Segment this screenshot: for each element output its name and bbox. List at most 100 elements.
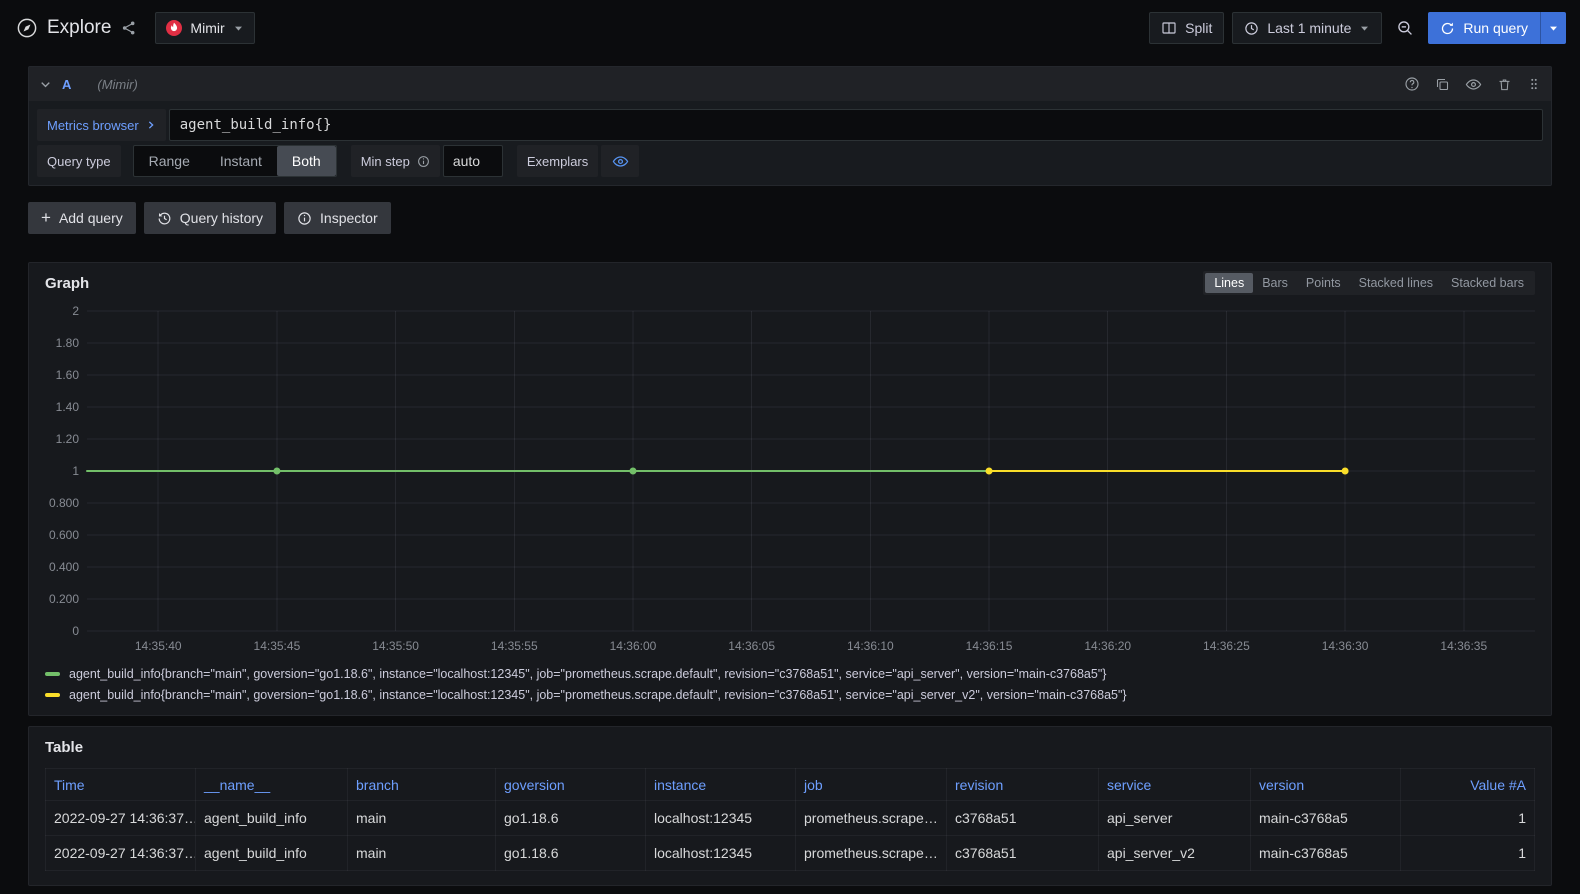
svg-text:1: 1 xyxy=(72,464,79,478)
clock-icon xyxy=(1244,21,1259,36)
graph-legend: agent_build_info{branch="main", goversio… xyxy=(45,663,1535,705)
table-cell: api_server_v2 xyxy=(1099,836,1251,871)
chevron-down-icon xyxy=(1359,23,1370,34)
table-cell: api_server xyxy=(1099,801,1251,836)
graph-canvas[interactable]: 21.801.601.401.2010.8000.6000.4000.20001… xyxy=(45,305,1535,657)
table-cell: main-c3768a5 xyxy=(1251,836,1401,871)
style-option-stacked-bars[interactable]: Stacked bars xyxy=(1442,273,1533,293)
query-ref-id: A xyxy=(62,77,71,92)
svg-text:1.40: 1.40 xyxy=(56,400,80,414)
query-type-range[interactable]: Range xyxy=(134,146,205,176)
svg-text:2: 2 xyxy=(72,305,79,318)
trash-icon[interactable] xyxy=(1497,77,1512,92)
table-header-row: Time__name__branchgoversioninstancejobre… xyxy=(46,769,1535,801)
svg-text:14:35:40: 14:35:40 xyxy=(135,639,182,653)
legend-label: agent_build_info{branch="main", goversio… xyxy=(69,688,1127,702)
query-type-label: Query type xyxy=(37,145,121,177)
legend-item[interactable]: agent_build_info{branch="main", goversio… xyxy=(45,663,1535,684)
time-range-picker[interactable]: Last 1 minute xyxy=(1232,12,1382,44)
table-cell: agent_build_info xyxy=(196,801,348,836)
svg-text:14:36:15: 14:36:15 xyxy=(966,639,1013,653)
table-cell: 2022-09-27 14:36:37… xyxy=(46,801,196,836)
copy-icon[interactable] xyxy=(1435,77,1450,92)
graph-panel: Graph Lines Bars Points Stacked lines St… xyxy=(28,262,1552,716)
min-step-input[interactable] xyxy=(443,145,503,177)
svg-text:0.600: 0.600 xyxy=(49,528,79,542)
history-icon xyxy=(157,211,172,226)
svg-text:14:36:00: 14:36:00 xyxy=(610,639,657,653)
share-icon[interactable] xyxy=(121,20,137,36)
query-expression-input[interactable] xyxy=(169,109,1543,141)
collapse-chevron-icon[interactable] xyxy=(39,78,52,91)
table-cell: main-c3768a5 xyxy=(1251,801,1401,836)
info-icon xyxy=(417,155,430,168)
graph-panel-title: Graph xyxy=(45,271,89,292)
query-history-button[interactable]: Query history xyxy=(144,202,276,234)
svg-text:1.60: 1.60 xyxy=(56,368,80,382)
table-panel-title: Table xyxy=(45,735,1535,756)
legend-label: agent_build_info{branch="main", goversio… xyxy=(69,667,1106,681)
svg-text:14:36:10: 14:36:10 xyxy=(847,639,894,653)
table-cell: prometheus.scrape… xyxy=(796,801,947,836)
column-header-instance[interactable]: instance xyxy=(646,769,796,801)
run-query-button[interactable]: Run query xyxy=(1428,12,1540,44)
column-header-branch[interactable]: branch xyxy=(348,769,496,801)
svg-text:0.400: 0.400 xyxy=(49,560,79,574)
metrics-browser-button[interactable]: Metrics browser xyxy=(37,109,166,141)
legend-item[interactable]: agent_build_info{branch="main", goversio… xyxy=(45,684,1535,705)
style-option-points[interactable]: Points xyxy=(1297,273,1350,293)
svg-text:14:36:30: 14:36:30 xyxy=(1322,639,1369,653)
table-cell: 1 xyxy=(1401,801,1535,836)
split-columns-icon xyxy=(1161,20,1177,36)
column-header-goversion[interactable]: goversion xyxy=(496,769,646,801)
inspector-button[interactable]: Inspector xyxy=(284,202,391,234)
table-cell: c3768a51 xyxy=(947,801,1099,836)
table-cell: prometheus.scrape… xyxy=(796,836,947,871)
column-header-revision[interactable]: revision xyxy=(947,769,1099,801)
svg-text:14:36:20: 14:36:20 xyxy=(1084,639,1131,653)
style-option-lines[interactable]: Lines xyxy=(1205,273,1253,293)
chevron-right-icon xyxy=(146,120,156,130)
column-header-name[interactable]: __name__ xyxy=(196,769,348,801)
svg-text:14:36:25: 14:36:25 xyxy=(1203,639,1250,653)
column-header-value-a[interactable]: Value #A xyxy=(1401,769,1535,801)
style-option-stacked-lines[interactable]: Stacked lines xyxy=(1350,273,1442,293)
query-row-header: A (Mimir) xyxy=(29,67,1551,101)
zoom-out-button[interactable] xyxy=(1390,12,1420,44)
svg-text:14:35:45: 14:35:45 xyxy=(254,639,301,653)
split-button[interactable]: Split xyxy=(1149,12,1224,44)
query-type-radio-group: Range Instant Both xyxy=(133,145,337,177)
inspector-label: Inspector xyxy=(320,210,378,226)
column-header-time[interactable]: Time xyxy=(46,769,196,801)
run-query-split-button: Run query xyxy=(1428,12,1566,44)
explore-compass-icon xyxy=(16,17,38,39)
add-query-label: Add query xyxy=(59,210,123,226)
drag-handle-icon[interactable] xyxy=(1527,77,1541,91)
chevron-down-icon xyxy=(233,23,244,34)
column-header-job[interactable]: job xyxy=(796,769,947,801)
run-query-dropdown[interactable] xyxy=(1540,12,1566,44)
min-step-text: Min step xyxy=(361,154,410,169)
style-option-bars[interactable]: Bars xyxy=(1253,273,1297,293)
info-circle-icon xyxy=(297,211,312,226)
query-history-label: Query history xyxy=(180,210,263,226)
table-cell: c3768a51 xyxy=(947,836,1099,871)
exemplars-toggle[interactable] xyxy=(601,145,639,177)
table-panel: Table Time__name__branchgoversioninstanc… xyxy=(28,726,1552,886)
column-header-version[interactable]: version xyxy=(1251,769,1401,801)
time-series-chart[interactable]: 21.801.601.401.2010.8000.6000.4000.20001… xyxy=(45,305,1535,657)
hide-response-eye-icon[interactable] xyxy=(1465,76,1482,93)
zoom-out-icon xyxy=(1396,19,1414,37)
query-type-both[interactable]: Both xyxy=(277,146,336,176)
datasource-picker[interactable]: Mimir xyxy=(155,12,254,44)
column-header-service[interactable]: service xyxy=(1099,769,1251,801)
run-query-label: Run query xyxy=(1463,20,1528,36)
svg-text:1.80: 1.80 xyxy=(56,336,80,350)
add-query-button[interactable]: + Add query xyxy=(28,202,136,234)
table-cell: go1.18.6 xyxy=(496,836,646,871)
svg-text:0: 0 xyxy=(72,624,79,638)
query-type-instant[interactable]: Instant xyxy=(205,146,277,176)
table-cell: 1 xyxy=(1401,836,1535,871)
help-icon[interactable] xyxy=(1404,76,1420,92)
svg-text:14:35:55: 14:35:55 xyxy=(491,639,538,653)
